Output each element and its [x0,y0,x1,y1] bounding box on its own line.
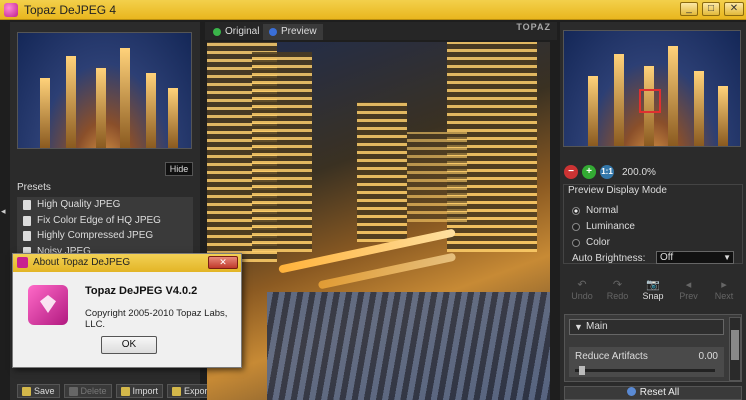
preview-display-mode-group: Preview Display Mode Normal Luminance Co… [563,184,743,264]
preset-item[interactable]: High Quality JPEG [17,197,193,213]
topaz-diamond-logo [28,285,68,325]
snap-button[interactable]: 📷 Snap [638,279,668,305]
delete-icon [68,386,78,396]
tab-original[interactable]: Original [207,24,265,40]
document-icon [23,200,31,210]
radio-color[interactable]: Color [572,237,610,248]
preset-preview-thumbnail [17,32,192,149]
main-settings-panel: ▼ Main Reduce Artifacts 0.00 [564,314,742,382]
document-icon [23,215,31,226]
chevron-down-icon: ▼ [723,253,731,262]
radio-icon [572,239,580,247]
product-name: Topaz DeJPEG V4.0.2 [85,285,198,297]
right-panel: − + 1:1 200.0% Preview Display Mode Norm… [560,22,746,400]
topaz-logo: TOPAZ [516,22,551,32]
save-icon [22,386,31,396]
close-button[interactable]: ✕ [724,2,744,16]
import-icon [120,386,130,396]
radio-normal[interactable]: Normal [572,205,618,216]
radio-luminance[interactable]: Luminance [572,221,635,232]
app-icon [17,257,28,268]
reduce-artifacts-slider[interactable] [575,366,715,375]
preset-item[interactable]: Highly Compressed JPEG [17,228,193,244]
radio-selected-icon [572,207,580,215]
radio-icon [572,223,580,231]
next-icon: ▸ [721,279,727,291]
original-dot-icon [213,28,221,36]
scrollbar-thumb[interactable] [731,330,739,360]
reset-icon [626,387,636,396]
preview-dot-icon [269,28,277,36]
preview-display-mode-title: Preview Display Mode [568,185,667,196]
undo-icon: ↶ [577,279,587,291]
zoom-in-button[interactable]: + [582,165,596,179]
main-section-header[interactable]: ▼ Main [569,319,724,335]
next-button[interactable]: ▸ Next [709,279,739,305]
redo-icon: ↷ [612,279,623,291]
reduce-artifacts-value[interactable]: 0.00 [699,351,718,362]
redo-button[interactable]: ↷ Redo [603,279,633,305]
copyright-text: Copyright 2005-2010 Topaz Labs, LLC. [85,308,228,330]
document-icon [23,231,31,241]
navigator-thumbnail[interactable] [563,30,741,147]
about-dialog-title: About Topaz DeJPEG [33,257,131,268]
auto-brightness-select[interactable]: Off ▼ [656,251,734,264]
expand-triangle-icon: ▼ [574,322,583,332]
export-icon [172,386,182,396]
window-title: Topaz DeJPEG 4 [24,3,117,17]
previous-icon: ◂ [685,279,692,291]
collapse-left-panel-icon[interactable]: ◂ [1,206,6,217]
reduce-artifacts-label: Reduce Artifacts [575,351,648,362]
zoom-actual-size-button[interactable]: 1:1 [600,165,614,179]
ok-button[interactable]: OK [101,336,157,354]
presets-label: Presets [17,182,51,193]
minimize-button[interactable]: _ [680,2,698,16]
zoom-controls: − + 1:1 200.0% [564,163,656,181]
app-icon [4,3,18,17]
auto-brightness-label: Auto Brightness: [572,253,646,264]
image-preview-canvas[interactable] [207,42,550,400]
save-button[interactable]: Save [17,384,60,398]
zoom-level: 200.0% [622,166,656,178]
slider-knob[interactable] [579,366,585,375]
zoom-out-button[interactable]: − [564,165,578,179]
view-tabs: Original Preview TOPAZ [205,22,557,40]
preset-item[interactable]: Fix Color Edge of HQ JPEG [17,213,193,229]
undo-button[interactable]: ↶ Undo [567,279,597,305]
title-bar: Topaz DeJPEG 4 _ □ ✕ [0,0,746,20]
preset-list[interactable]: High Quality JPEG Fix Color Edge of HQ J… [17,197,193,257]
about-dialog-title-bar: About Topaz DeJPEG ✕ [13,254,241,272]
import-button[interactable]: Import [115,384,164,398]
preset-toolbar: Save Delete Import Export [17,384,216,400]
history-toolbar: ↶ Undo ↷ Redo 📷 Snap ◂ Prev ▸ Next [563,279,743,305]
settings-scrollbar[interactable] [729,317,741,381]
camera-icon: 📷 [646,279,660,291]
tab-preview[interactable]: Preview [263,24,323,40]
prev-button[interactable]: ◂ Prev [674,279,704,305]
reduce-artifacts-control: Reduce Artifacts 0.00 [569,347,724,377]
navigator-viewport-rectangle[interactable] [639,89,661,113]
about-dialog: About Topaz DeJPEG ✕ Topaz DeJPEG V4.0.2… [12,253,242,368]
maximize-button[interactable]: □ [702,2,720,16]
about-close-button[interactable]: ✕ [208,256,238,269]
delete-button[interactable]: Delete [63,384,112,398]
hide-button[interactable]: Hide [165,162,193,176]
reset-all-button[interactable]: Reset All [564,386,742,400]
